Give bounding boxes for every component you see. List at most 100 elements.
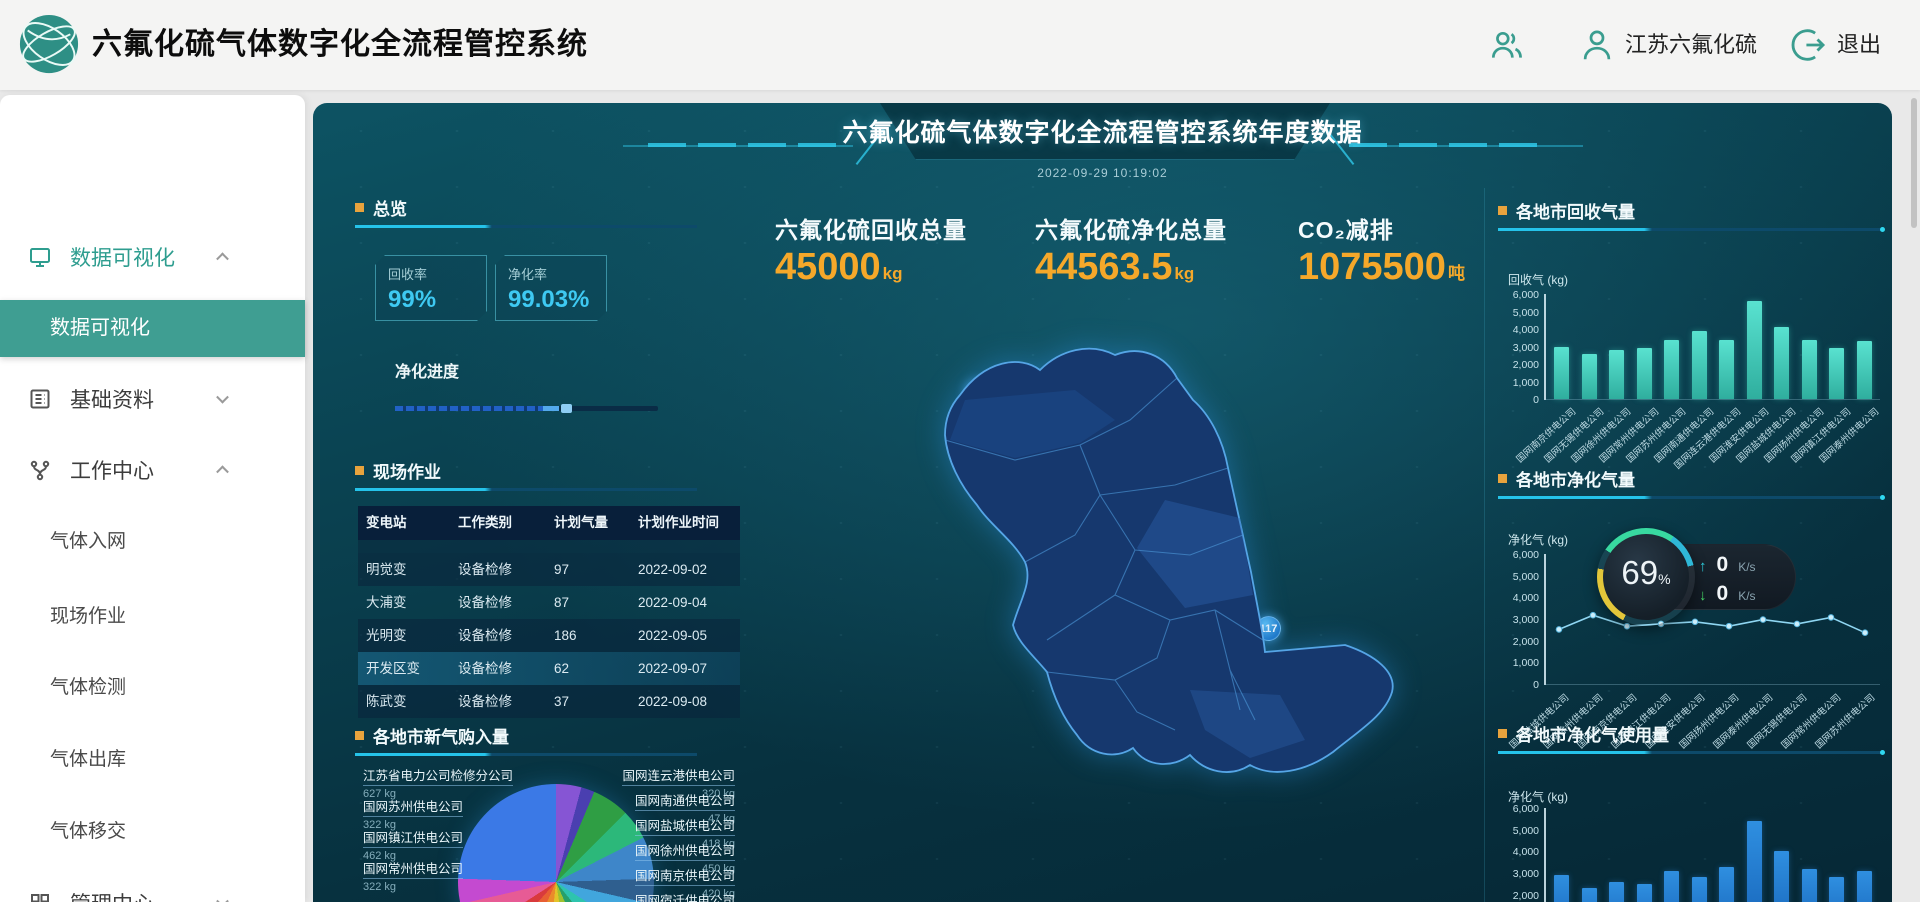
recovery-x-axis xyxy=(1544,399,1880,400)
sidebar-item-label: 基础资料 xyxy=(70,384,154,414)
table-row[interactable]: 陈武变设备检修372022-09-08 xyxy=(358,685,740,718)
purchase-pie-chart xyxy=(458,784,654,902)
sidebar-item-label: 管理中心 xyxy=(70,888,154,902)
table-row[interactable]: 明觉变设备检修972022-09-02 xyxy=(358,553,740,586)
legend-item[interactable]: 国网镇江供电公司462 kg xyxy=(363,827,463,862)
sidebar-subitem-field-work[interactable]: 现场作业 xyxy=(0,597,305,637)
sidebar-subitem-gas-outbound[interactable]: 气体出库 xyxy=(0,740,305,780)
sidebar-item-label: 数据可视化 xyxy=(70,242,175,272)
table-cell: 设备检修 xyxy=(458,685,512,718)
dashboard-title: 六氟化硫气体数字化全流程管控系统年度数据 xyxy=(313,113,1892,149)
co2-reduction-value: 1075500吨 xyxy=(1298,246,1465,289)
up-rate-unit: K/s xyxy=(1738,560,1755,574)
chart-bar xyxy=(1692,331,1707,399)
chart-bar xyxy=(1802,869,1817,902)
sidebar: 数据可视化 数据可视化 基础资料 工作中心 气体入网 现场作业 气体检测 气体出… xyxy=(0,95,305,902)
section-bullet xyxy=(1498,206,1507,215)
table-row[interactable]: 开发区变设备检修622022-09-07 xyxy=(358,652,740,685)
legend-item[interactable]: 国网常州供电公司322 kg xyxy=(363,858,463,893)
logout-icon[interactable] xyxy=(1789,26,1827,64)
recovery-total-label: 六氟化硫回收总量 xyxy=(775,211,967,245)
purify-percentage-gauge: 69% xyxy=(1597,528,1695,626)
recovery-rate-value: 99% xyxy=(388,286,486,314)
chart-bar xyxy=(1554,347,1569,400)
table-cell: 97 xyxy=(554,553,569,586)
page: 六氟化硫气体数字化全流程管控系统 江苏六氟化硫 退出 数据可视化 数据可视化 基… xyxy=(0,0,1920,902)
chart-bar xyxy=(1637,348,1652,399)
table-row[interactable]: 光明变设备检修1862022-09-05 xyxy=(358,619,740,652)
axis-tick-label: 2,000 xyxy=(1495,890,1539,902)
progress-fill xyxy=(395,406,543,411)
legend-name: 国网常州供电公司 xyxy=(363,858,463,879)
gauge-percent-sign: % xyxy=(1658,571,1670,587)
current-user-label[interactable]: 江苏六氟化硫 xyxy=(1625,0,1757,90)
chart-bar xyxy=(1857,871,1872,902)
section-recovery-chart: 各地市回收气量 xyxy=(1498,198,1635,223)
axis-tick-label: 3,000 xyxy=(1495,614,1539,626)
sidebar-item-basic-data[interactable]: 基础资料 xyxy=(0,377,305,421)
usage-bars xyxy=(1544,808,1884,902)
chart-bar xyxy=(1554,875,1569,902)
chart-bar xyxy=(1692,877,1707,902)
table-row[interactable]: 大浦变设备检修872022-09-04 xyxy=(358,586,740,619)
person-icon[interactable] xyxy=(1578,26,1616,64)
purify-y-axis-label: 净化气 (kg) xyxy=(1508,531,1568,548)
co2-reduction-label: CO₂减排 xyxy=(1298,211,1394,245)
sidebar-subitem-gas-grid-entry[interactable]: 气体入网 xyxy=(0,522,305,562)
app-title: 六氟化硫气体数字化全流程管控系统 xyxy=(92,0,588,90)
legend-name: 国网盐城供电公司 xyxy=(635,815,735,836)
chevron-up-icon xyxy=(216,252,229,265)
sidebar-item-data-visualization[interactable]: 数据可视化 xyxy=(0,235,305,279)
chart-bar xyxy=(1829,877,1844,902)
table-cell: 设备检修 xyxy=(458,652,512,685)
chart-bar xyxy=(1802,340,1817,400)
recovery-bars xyxy=(1544,294,1884,399)
table-header-row: 变电站 工作类别 计划气量 计划作业时间 xyxy=(358,506,740,540)
chart-bar xyxy=(1609,350,1624,399)
column-divider xyxy=(1484,188,1485,902)
page-scrollbar[interactable] xyxy=(1911,98,1917,228)
sidebar-subitem-data-visualization-selected[interactable]: 数据可视化 xyxy=(0,300,305,357)
chevron-down-icon xyxy=(216,391,229,404)
table-cell: 2022-09-05 xyxy=(638,619,707,652)
axis-tick-label: 1,000 xyxy=(1495,657,1539,669)
jiangsu-province-map xyxy=(785,300,1485,800)
legend-name: 国网南京供电公司 xyxy=(635,865,735,886)
logout-button[interactable]: 退出 xyxy=(1837,0,1881,90)
progress-knob[interactable] xyxy=(561,404,572,413)
table-cell: 设备检修 xyxy=(458,553,512,586)
chart-bar xyxy=(1664,340,1679,400)
down-rate-value: 0 xyxy=(1717,582,1729,606)
monitor-icon xyxy=(28,245,52,269)
purify-progress-label: 净化进度 xyxy=(395,358,459,382)
legend-name: 国网连云港供电公司 xyxy=(622,765,735,786)
purify-yticks: 6,0005,0004,0003,0002,0001,0000 xyxy=(1495,554,1539,684)
table-cell: 陈武变 xyxy=(366,685,407,718)
legend-name: 江苏省电力公司检修分公司 xyxy=(363,765,513,786)
sidebar-item-work-center[interactable]: 工作中心 xyxy=(0,448,305,492)
table-cell: 37 xyxy=(554,685,569,718)
sidebar-subitem-gas-testing[interactable]: 气体检测 xyxy=(0,668,305,708)
legend-name: 国网苏州供电公司 xyxy=(363,796,463,817)
chart-bar xyxy=(1582,888,1597,902)
legend-name: 国网南通供电公司 xyxy=(635,790,735,811)
up-rate-value: 0 xyxy=(1717,553,1729,577)
section-underline xyxy=(1498,496,1883,499)
table-cell: 设备检修 xyxy=(458,619,512,652)
axis-tick-label: 0 xyxy=(1495,679,1539,691)
legend-item[interactable]: 国网宿迁供电公司 xyxy=(635,890,735,902)
section-purify-chart: 各地市净化气量 xyxy=(1498,466,1635,491)
progress-tip xyxy=(543,406,559,411)
axis-tick-label: 2,000 xyxy=(1495,359,1539,371)
table-cell: 设备检修 xyxy=(458,586,512,619)
table-cell: 开发区变 xyxy=(366,652,420,685)
legend-item[interactable]: 江苏省电力公司检修分公司627 kg xyxy=(363,765,513,800)
sidebar-subitem-gas-transfer[interactable]: 气体移交 xyxy=(0,812,305,852)
legend-item[interactable]: 国网苏州供电公司322 kg xyxy=(363,796,463,831)
down-rate-unit: K/s xyxy=(1738,589,1755,603)
users-icon[interactable] xyxy=(1487,26,1525,64)
section-bullet xyxy=(1498,474,1507,483)
dashboard-datetime: 2022-09-29 10:19:02 xyxy=(313,166,1892,180)
sidebar-item-management-center[interactable]: 管理中心 xyxy=(0,881,305,902)
axis-tick-label: 1,000 xyxy=(1495,377,1539,389)
